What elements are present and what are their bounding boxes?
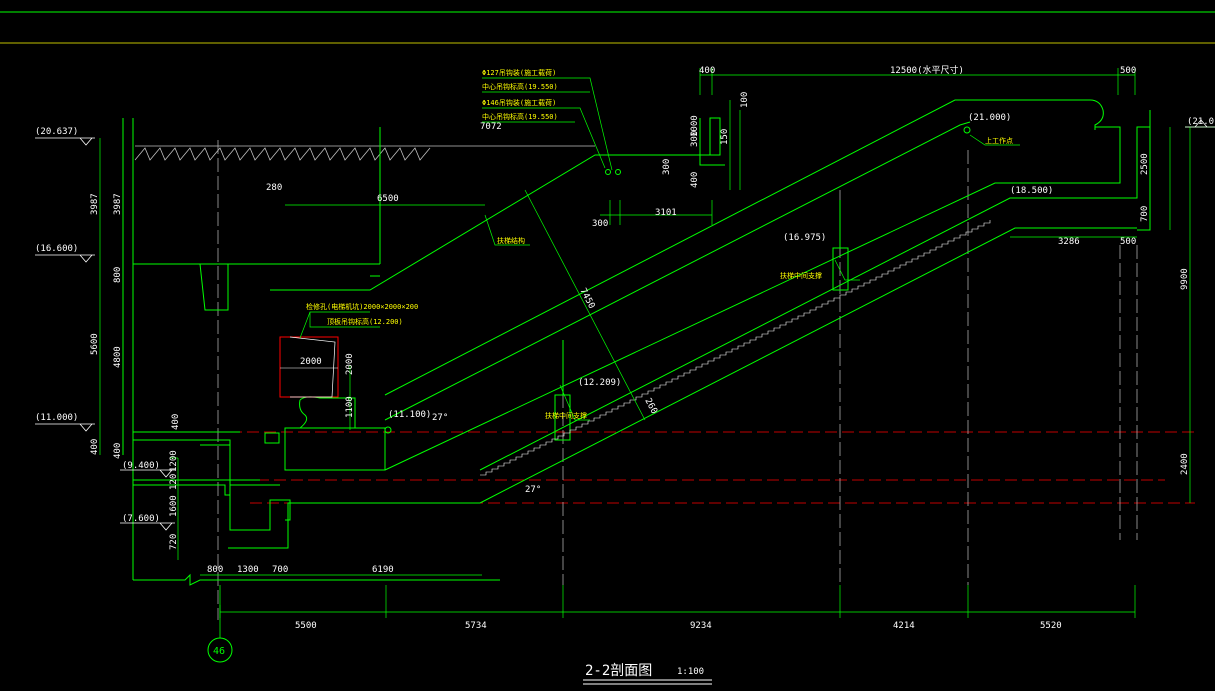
annotation-upper-work-point: 上工作点 [985,136,1013,145]
dim-grid-2: 9234 [690,621,712,631]
level-top-landing: (21.000) [968,113,1011,123]
dim-left-400c: 400 [171,414,181,430]
dim-top-span: 12500(水平尺寸) [890,64,964,76]
annotation-hook-level-1: 中心吊钩标高(19.550) [482,82,558,91]
dim-grid-1: 5734 [465,621,487,631]
dim-left-1200: 1200 [169,450,179,472]
dim-left-3987b: 3987 [113,193,123,215]
level-16600: (16.600) [35,244,78,254]
annotation-pit: 检修孔(电梯机坑)2000×2000×200 [306,302,418,311]
dim-left-800: 800 [113,267,123,283]
dim-2000w: 2000 [300,357,322,367]
dim-grid-4: 5520 [1040,621,1062,631]
level-9400: (9.400) [122,461,160,471]
dim-1100: 1100 [345,396,355,418]
dim-right-2400: 2400 [1180,453,1190,475]
level-16975: (16.975) [783,233,826,243]
level-21-right: (21.0 [1187,117,1214,127]
dim-right-2500: 2500 [1140,153,1150,175]
dim-100: 100 [740,92,750,108]
dim-300c: 300 [592,219,608,229]
dim-bottom-800: 800 [207,565,223,575]
dim-150: 150 [720,129,730,145]
dim-right-700: 700 [1140,206,1150,222]
drawing-title: 2-2剖面图 [585,663,652,679]
dim-left-120: 120 [169,474,179,490]
section-drawing: (20.637) (16.600) (11.000) (9.400) (7.60… [0,0,1215,691]
dim-top-500: 500 [1120,66,1136,76]
level-20637: (20.637) [35,127,78,137]
dim-left-3987a: 3987 [90,193,100,215]
dim-grid-0: 5500 [295,621,317,631]
annotation-hook-127: Φ127吊钩装(施工载荷) [482,68,556,77]
dim-6500: 6500 [377,194,399,204]
dim-7072: 7072 [480,122,502,132]
dim-left-400b: 400 [113,443,123,459]
level-18500: (18.500) [1010,186,1053,196]
dim-2000h: 2000 [345,353,355,375]
dim-top-400: 400 [699,66,715,76]
dim-right-500: 500 [1120,237,1136,247]
level-11000: (11.000) [35,413,78,423]
dim-left-4800: 4800 [113,346,123,368]
dim-grid-3: 4214 [893,621,915,631]
dim-left-5600: 5600 [90,333,100,355]
dim-bottom-700: 700 [272,565,288,575]
annotation-hook-level-2: 中心吊钩标高(19.550) [482,112,558,121]
annotation-slab-hook: 顶板吊钩标高(12.200) [327,317,403,326]
level-11100: (11.100) [388,410,431,420]
dim-right-9900: 9900 [1180,268,1190,290]
annotation-mid-support-upper: 扶梯中间支撑 [780,271,822,280]
dim-left-720: 720 [169,534,179,550]
dim-400: 400 [690,172,700,188]
dim-left-1600: 1600 [169,495,179,517]
dim-angle-lower: 27° [525,485,541,495]
dim-left-400a: 400 [90,439,100,455]
level-12209: (12.209) [578,378,621,388]
drawing-scale: 1:100 [677,667,704,677]
annotation-truss: 扶梯结构 [497,236,525,245]
axis-number: 46 [213,646,225,657]
annotation-mid-support-lower: 扶梯中间支撑 [545,411,587,420]
dim-angle-upper: 27° [432,413,448,423]
dim-3286: 3286 [1058,237,1080,247]
level-7600: (7.600) [122,514,160,524]
annotation-hook-146: Φ146吊钩装(施工载荷) [482,98,556,107]
dim-280: 280 [266,183,282,193]
dim-1000: 1000 [690,115,700,137]
dim-bottom-6190: 6190 [372,565,394,575]
dim-bottom-1300: 1300 [237,565,259,575]
dim-3101: 3101 [655,208,677,218]
dim-300b: 300 [662,159,672,175]
